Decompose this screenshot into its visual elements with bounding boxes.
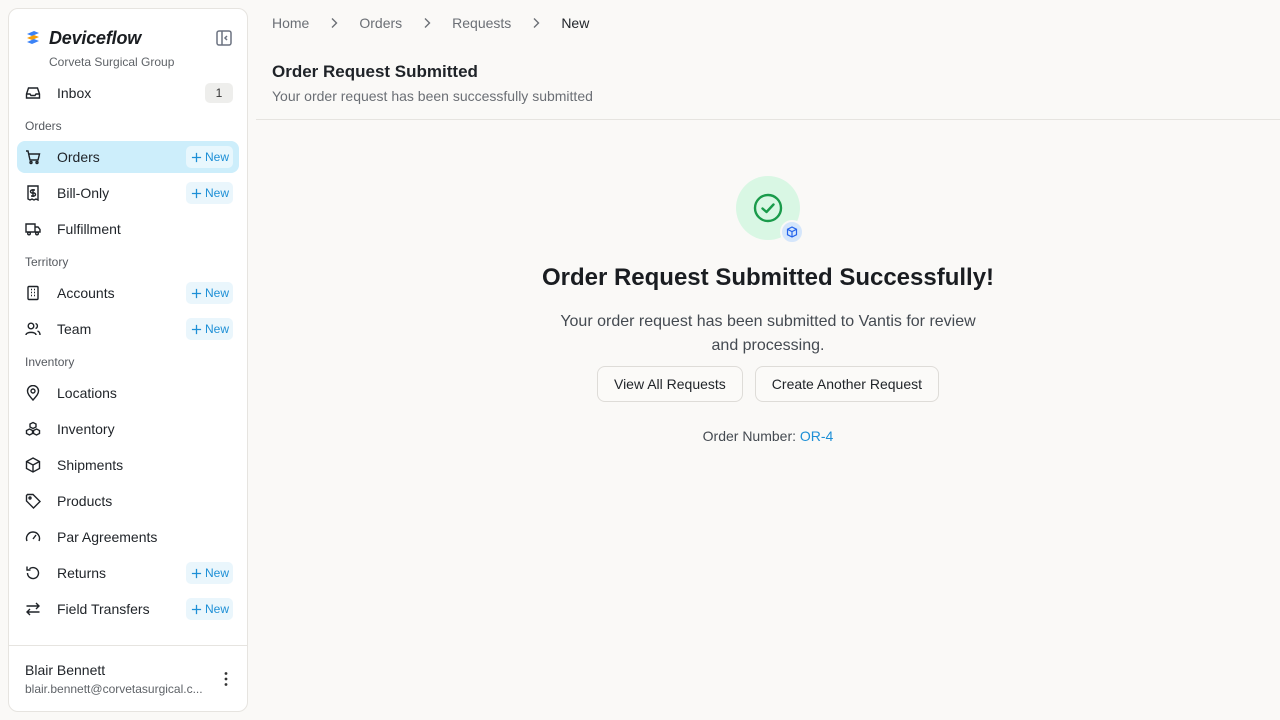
- plus-icon: [191, 568, 202, 578]
- sidebar-nav: Inbox 1 Orders Orders New Bill-Only New: [9, 73, 247, 645]
- user-info: Blair Bennett blair.bennett@corvetasurgi…: [25, 662, 217, 696]
- building-icon: [27, 285, 39, 301]
- sidebar: Deviceflow Corveta Surgical Group Inbox …: [8, 8, 248, 712]
- sidebar-item-locations[interactable]: Locations: [17, 377, 239, 409]
- sidebar-item-label: Products: [57, 493, 113, 509]
- arrow-left-right-icon: [26, 602, 40, 616]
- user-email: blair.bennett@corvetasurgical.c...: [25, 681, 203, 696]
- package-icon: [25, 457, 41, 473]
- inbox-count-badge: 1: [205, 83, 233, 103]
- new-label: New: [204, 186, 229, 200]
- receipt-dollar-icon: [27, 185, 39, 201]
- collapse-sidebar-icon[interactable]: [215, 29, 233, 47]
- inbox-icon: [25, 87, 41, 99]
- sidebar-item-label: Team: [57, 321, 92, 337]
- gauge-icon: [25, 531, 41, 542]
- success-message: Your order request has been submitted to…: [560, 313, 976, 354]
- sidebar-item-returns[interactable]: Returns New: [17, 557, 239, 589]
- new-account-button[interactable]: New: [185, 282, 233, 304]
- chevron-right-icon: [424, 18, 431, 28]
- sidebar-item-inventory[interactable]: Inventory: [17, 413, 239, 445]
- sidebar-item-label: Inventory: [57, 421, 115, 437]
- sidebar-item-label: Inbox: [57, 85, 92, 101]
- sidebar-item-label: Orders: [57, 149, 100, 165]
- sidebar-item-label: Locations: [57, 385, 117, 401]
- deviceflow-logo-icon: [27, 31, 39, 44]
- page-title: Order Request Submitted: [272, 62, 478, 81]
- new-label: New: [204, 602, 229, 616]
- plus-icon: [191, 604, 202, 614]
- boxes-icon: [25, 421, 41, 436]
- plus-icon: [191, 288, 202, 298]
- new-label: New: [204, 286, 229, 300]
- new-label: New: [204, 150, 229, 164]
- new-field-transfer-button[interactable]: New: [185, 598, 233, 620]
- sidebar-item-shipments[interactable]: Shipments: [17, 449, 239, 481]
- package-badge: [780, 220, 804, 244]
- package-icon: [786, 226, 798, 238]
- sidebar-item-label: Fulfillment: [57, 221, 121, 237]
- plus-icon: [191, 188, 202, 198]
- breadcrumb-home[interactable]: Home: [272, 15, 309, 31]
- breadcrumb-orders[interactable]: Orders: [359, 15, 402, 31]
- sidebar-item-label: Par Agreements: [57, 529, 158, 545]
- shopping-cart-icon: [26, 150, 41, 165]
- user-profile: Blair Bennett blair.bennett@corvetasurgi…: [9, 645, 247, 711]
- more-vertical-icon[interactable]: [217, 670, 235, 688]
- sidebar-item-label: Returns: [57, 565, 107, 581]
- users-icon: [25, 322, 41, 336]
- section-label-inventory: Inventory: [25, 355, 75, 369]
- sidebar-item-orders[interactable]: Orders New: [17, 141, 239, 173]
- breadcrumb: Home Orders Requests New: [256, 0, 1280, 46]
- order-number: Order Number: OR-4: [703, 428, 834, 444]
- new-order-button[interactable]: New: [185, 146, 233, 168]
- sidebar-item-team[interactable]: Team New: [17, 313, 239, 345]
- section-label-orders: Orders: [25, 119, 62, 133]
- plus-icon: [191, 152, 202, 162]
- new-bill-only-button[interactable]: New: [185, 182, 233, 204]
- sidebar-item-field-transfers[interactable]: Field Transfers New: [17, 593, 239, 625]
- success-panel: Order Request Submitted Successfully! Yo…: [256, 120, 1280, 444]
- page-subtitle: Your order request has been successfully…: [272, 88, 593, 104]
- sidebar-item-label: Shipments: [57, 457, 124, 473]
- sidebar-item-par-agreements[interactable]: Par Agreements: [17, 521, 239, 553]
- main-content: Home Orders Requests New Order Request S…: [256, 0, 1280, 720]
- user-name: Blair Bennett: [25, 661, 106, 678]
- sidebar-item-fulfillment[interactable]: Fulfillment: [17, 213, 239, 245]
- order-number-label: Order Number:: [702, 428, 796, 444]
- success-icon-group: [736, 176, 804, 244]
- order-number-link[interactable]: OR-4: [800, 428, 833, 444]
- map-pin-icon: [26, 385, 40, 401]
- sidebar-item-bill-only[interactable]: Bill-Only New: [17, 177, 239, 209]
- plus-icon: [191, 324, 202, 334]
- new-return-button[interactable]: New: [185, 562, 233, 584]
- brand-name: Deviceflow: [49, 27, 142, 48]
- view-all-requests-button[interactable]: View All Requests: [596, 366, 743, 402]
- check-circle-icon: [753, 193, 783, 223]
- rotate-ccw-icon: [26, 566, 40, 580]
- sidebar-item-accounts[interactable]: Accounts New: [17, 277, 239, 309]
- sidebar-item-label: Accounts: [57, 285, 115, 301]
- page-header: Order Request Submitted Your order reque…: [256, 46, 1280, 120]
- success-actions: View All Requests Create Another Request: [596, 366, 940, 402]
- breadcrumb-requests[interactable]: Requests: [452, 15, 511, 31]
- sidebar-item-inbox[interactable]: Inbox 1: [17, 77, 239, 109]
- breadcrumb-current: New: [561, 15, 590, 31]
- new-team-button[interactable]: New: [185, 318, 233, 340]
- chevron-right-icon: [533, 18, 540, 28]
- chevron-right-icon: [331, 18, 338, 28]
- new-label: New: [204, 566, 229, 580]
- new-label: New: [204, 322, 229, 336]
- sidebar-item-label: Bill-Only: [57, 185, 110, 201]
- sidebar-item-label: Field Transfers: [57, 601, 150, 617]
- organization-name: Corveta Surgical Group: [49, 55, 175, 69]
- section-label-territory: Territory: [25, 255, 69, 269]
- truck-icon: [25, 223, 41, 236]
- tag-icon: [25, 493, 41, 509]
- brand-header: Deviceflow: [9, 9, 247, 49]
- sidebar-item-products[interactable]: Products: [17, 485, 239, 517]
- success-heading: Order Request Submitted Successfully!: [541, 264, 995, 291]
- create-another-request-button[interactable]: Create Another Request: [754, 366, 940, 402]
